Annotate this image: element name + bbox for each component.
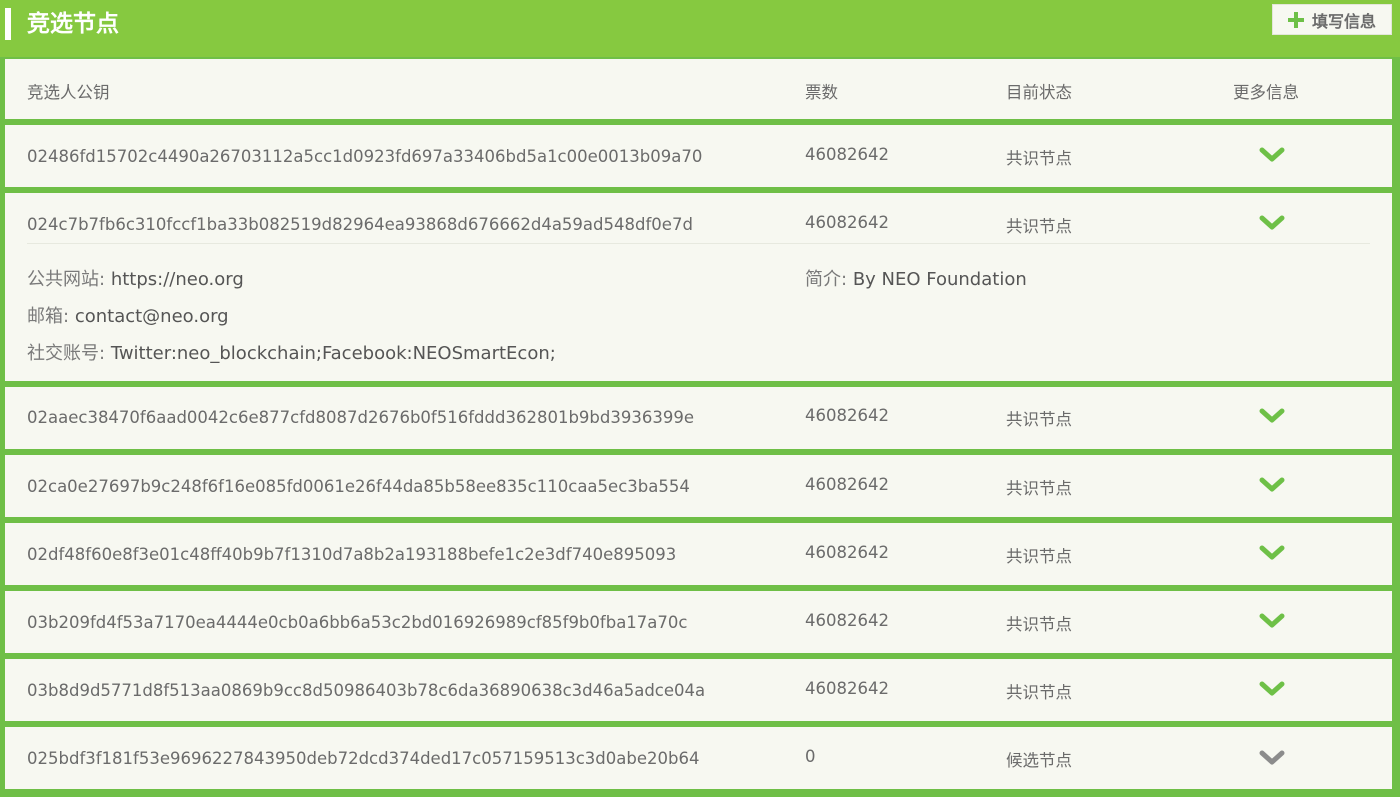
candidate-public-key: 03b209fd4f53a7170ea4444e0cb0a6bb6a53c2bd… [27,613,688,632]
table-row[interactable]: 025bdf3f181f53e9696227843950deb72dcd374d… [5,727,1392,789]
details-divider [27,243,1370,244]
page-title: 竞选节点 [27,11,119,37]
section-header: 竞选节点 填写信息 [0,0,1400,57]
candidate-status: 候选节点 [1006,751,1072,770]
candidate-votes: 46082642 [805,679,889,698]
plus-icon [1287,11,1304,28]
chevron-down-icon[interactable] [1259,679,1285,699]
fill-info-button[interactable]: 填写信息 [1272,4,1392,35]
column-header-status: 目前状态 [1006,83,1072,102]
social-value: Twitter:neo_blockchain;Facebook:NEOSmart… [110,343,556,364]
chevron-down-icon[interactable] [1259,475,1285,495]
candidate-votes: 46082642 [805,145,889,164]
email-label: 邮箱: [27,306,70,327]
table-row[interactable]: 02aaec38470f6aad0042c6e877cfd8087d2676b0… [5,387,1392,449]
table-header-row: 竞选人公钥 票数 目前状态 更多信息 [5,59,1392,119]
chevron-down-icon[interactable] [1259,748,1285,768]
candidate-public-key: 02aaec38470f6aad0042c6e877cfd8087d2676b0… [27,408,694,427]
email-value: contact@neo.org [74,306,229,327]
candidate-status: 共识节点 [1006,479,1072,498]
candidate-votes: 46082642 [805,475,889,494]
chevron-down-icon[interactable] [1259,543,1285,563]
details-social: 社交账号: Twitter:neo_blockchain;Facebook:NE… [27,339,556,365]
column-header-votes: 票数 [805,83,838,102]
candidate-status: 共识节点 [1006,615,1072,634]
table-row-expanded[interactable]: 024c7b7fb6c310fccf1ba33b082519d82964ea93… [5,193,1392,381]
candidate-public-key: 02df48f60e8f3e01c48ff40b9b7f1310d7a8b2a1… [27,545,677,564]
candidate-votes: 46082642 [805,406,889,425]
candidate-status: 共识节点 [1006,683,1072,702]
table-row[interactable]: 02486fd15702c4490a26703112a5cc1d0923fd69… [5,125,1392,187]
intro-label: 简介: [805,269,848,290]
details-website: 公共网站: https://neo.org [27,265,244,291]
column-header-key: 竞选人公钥 [27,83,110,102]
candidate-votes: 0 [805,747,816,766]
website-link[interactable]: https://neo.org [111,269,244,290]
candidate-status: 共识节点 [1006,410,1072,429]
details-email: 邮箱: contact@neo.org [27,302,229,328]
details-intro: 简介: By NEO Foundation [805,265,1027,291]
website-label: 公共网站: [27,269,106,290]
candidate-public-key: 02ca0e27697b9c248f6f16e085fd0061e26f44da… [27,477,690,496]
candidate-public-key: 024c7b7fb6c310fccf1ba33b082519d82964ea93… [27,215,693,234]
chevron-down-icon[interactable] [1259,145,1285,165]
candidate-status: 共识节点 [1006,547,1072,566]
table-row[interactable]: 03b8d9d5771d8f513aa0869b9cc8d50986403b78… [5,659,1392,721]
social-label: 社交账号: [27,343,106,364]
candidate-public-key: 02486fd15702c4490a26703112a5cc1d0923fd69… [27,147,703,166]
chevron-down-icon[interactable] [1259,213,1285,233]
candidate-votes: 46082642 [805,543,889,562]
intro-value: By NEO Foundation [852,269,1027,290]
candidate-votes: 46082642 [805,611,889,630]
column-header-more: 更多信息 [1233,83,1299,102]
candidate-votes: 46082642 [805,213,889,232]
table-row[interactable]: 02df48f60e8f3e01c48ff40b9b7f1310d7a8b2a1… [5,523,1392,585]
candidate-public-key: 03b8d9d5771d8f513aa0869b9cc8d50986403b78… [27,681,706,700]
fill-info-button-label: 填写信息 [1311,11,1376,31]
table-row[interactable]: 03b209fd4f53a7170ea4444e0cb0a6bb6a53c2bd… [5,591,1392,653]
candidate-public-key: 025bdf3f181f53e9696227843950deb72dcd374d… [27,749,700,768]
table-row[interactable]: 02ca0e27697b9c248f6f16e085fd0061e26f44da… [5,455,1392,517]
chevron-down-icon[interactable] [1259,611,1285,631]
candidate-status: 共识节点 [1006,149,1072,168]
header-accent-bar [5,8,11,40]
chevron-down-icon[interactable] [1259,406,1285,426]
candidate-status: 共识节点 [1006,217,1072,236]
